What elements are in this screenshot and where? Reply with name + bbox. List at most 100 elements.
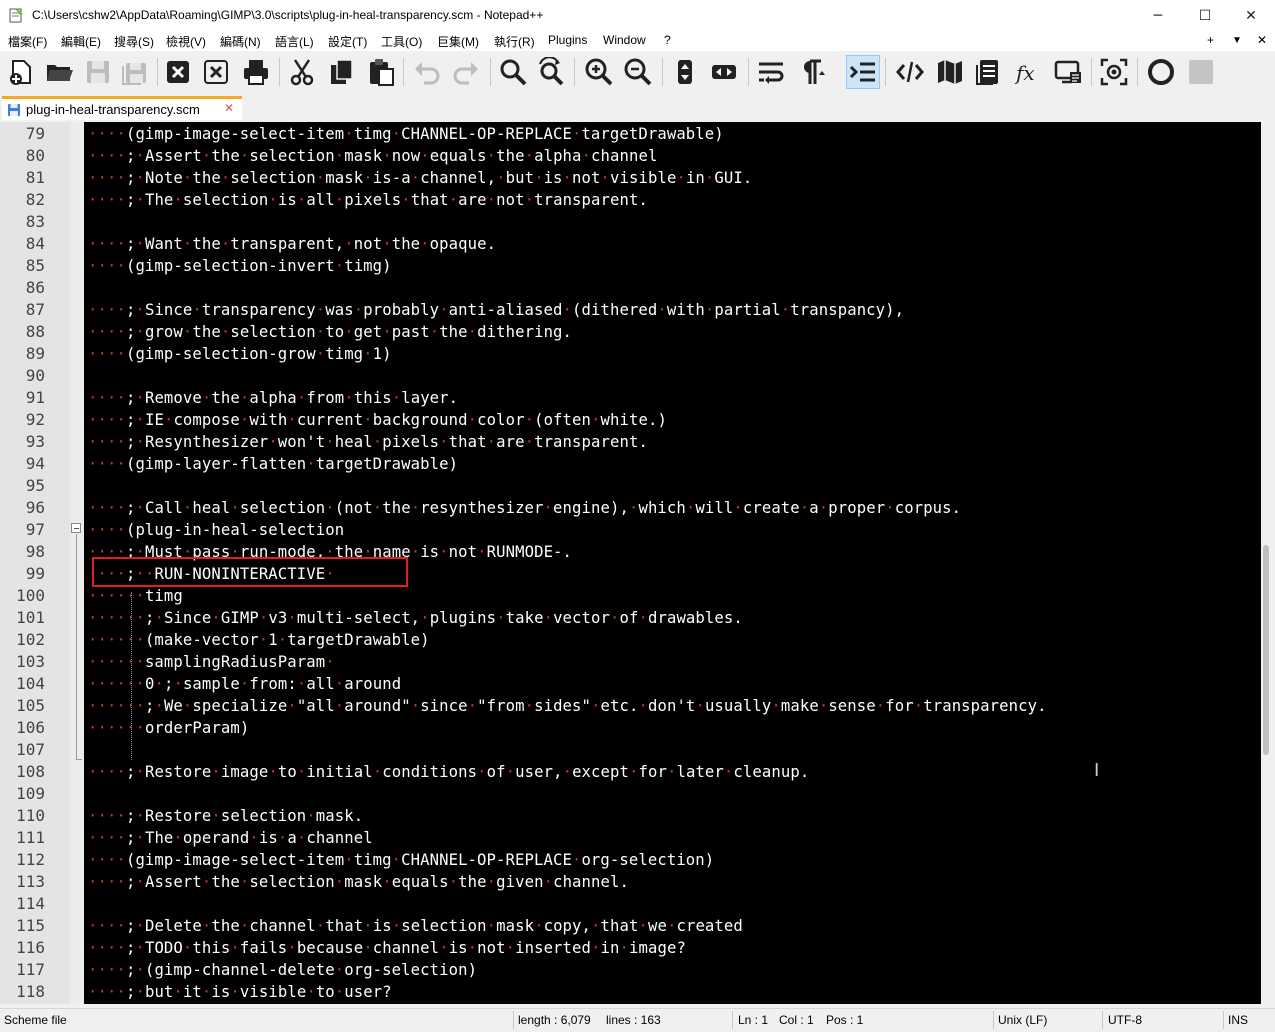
line-number[interactable]: 107 (0, 739, 45, 761)
function-list-icon[interactable]: fx (1011, 55, 1045, 89)
code-line[interactable]: ······samplingRadiusParam· (88, 651, 335, 673)
status-encoding[interactable]: UTF-8 (1108, 1013, 1142, 1027)
tab-close-icon[interactable]: ✕ (224, 101, 236, 115)
document-map-icon[interactable] (933, 55, 967, 89)
print-icon[interactable] (239, 55, 273, 89)
fold-toggle-icon[interactable] (71, 523, 81, 533)
menu-file[interactable]: 檔案(F) (8, 33, 47, 50)
code-line[interactable]: ······0·;·sample·from:·all·around (88, 673, 401, 695)
sync-vertical-icon[interactable] (668, 55, 702, 89)
line-number[interactable]: 93 (0, 431, 45, 453)
word-wrap-icon[interactable] (754, 55, 788, 89)
code-line[interactable]: ····;·Since·transparency·was·probably·an… (88, 299, 904, 321)
new-file-icon[interactable] (4, 55, 38, 89)
code-line[interactable]: ····;·but·it·is·visible·to·user? (88, 981, 392, 1003)
menu-tools[interactable]: 工具(O) (381, 33, 422, 50)
line-number[interactable]: 102 (0, 629, 45, 651)
line-number[interactable]: 87 (0, 299, 45, 321)
code-line[interactable]: ····(gimp-image-select-item·timg·CHANNEL… (88, 849, 714, 871)
line-number[interactable]: 97 (0, 519, 45, 541)
line-number[interactable]: 95 (0, 475, 45, 497)
close-window-button[interactable]: ✕ (1228, 0, 1274, 31)
menu-search[interactable]: 搜尋(S) (114, 33, 154, 50)
cut-icon[interactable] (285, 55, 319, 89)
minimize-button[interactable]: ─ (1135, 0, 1181, 31)
code-line[interactable]: ····;·Assert·the·selection·mask·now·equa… (88, 145, 657, 167)
menu-edit[interactable]: 編輯(E) (61, 33, 101, 50)
menu-window[interactable]: Window (603, 33, 646, 47)
line-number[interactable]: 92 (0, 409, 45, 431)
code-line[interactable]: ····(gimp-layer-flatten·targetDrawable) (88, 453, 458, 475)
line-number[interactable]: 104 (0, 673, 45, 695)
save-all-icon[interactable] (118, 55, 152, 89)
record-macro-icon[interactable] (1144, 55, 1178, 89)
line-number[interactable]: 86 (0, 277, 45, 299)
line-number[interactable]: 118 (0, 981, 45, 1003)
code-line[interactable]: ····;·Note·the·selection·mask·is-a·chann… (88, 167, 752, 189)
status-eol[interactable]: Unix (LF) (998, 1013, 1047, 1027)
code-line[interactable]: ····;·grow·the·selection·to·get·past·the… (88, 321, 572, 343)
line-number[interactable]: 81 (0, 167, 45, 189)
line-number[interactable]: 115 (0, 915, 45, 937)
menu-view[interactable]: 檢視(V) (166, 33, 206, 50)
maximize-button[interactable]: ☐ (1182, 0, 1228, 31)
line-number[interactable]: 110 (0, 805, 45, 827)
code-line[interactable]: ····;·Restore·selection·mask. (88, 805, 363, 827)
line-number[interactable]: 101 (0, 607, 45, 629)
code-line[interactable]: ····;·Restore·image·to·initial·condition… (88, 761, 809, 783)
line-number[interactable]: 79 (0, 123, 45, 145)
replace-icon[interactable] (534, 55, 568, 89)
line-number[interactable]: 90 (0, 365, 45, 387)
line-number[interactable]: 99 (0, 563, 45, 585)
line-number[interactable]: 105 (0, 695, 45, 717)
copy-icon[interactable] (325, 55, 359, 89)
undo-icon[interactable] (410, 55, 444, 89)
line-number[interactable]: 91 (0, 387, 45, 409)
line-number[interactable]: 100 (0, 585, 45, 607)
tab-plug-in-heal-transparency[interactable]: plug-in-heal-transparency.scm ✕ (2, 96, 242, 120)
code-line[interactable]: ····;·Delete·the·channel·that·is·selecti… (88, 915, 743, 937)
menu-run[interactable]: 執行(R) (494, 33, 535, 50)
menu-help[interactable]: ? (664, 33, 671, 47)
menu-plugins[interactable]: Plugins (548, 33, 587, 47)
line-number[interactable]: 112 (0, 849, 45, 871)
close-icon[interactable] (161, 55, 195, 89)
line-number[interactable]: 80 (0, 145, 45, 167)
code-line[interactable]: ······;·Since·GIMP·v3·multi-select,·plug… (88, 607, 743, 629)
code-line[interactable]: ····;·Call·heal·selection·(not·the·resyn… (88, 497, 961, 519)
code-line[interactable]: ····;·Remove·the·alpha·from·this·layer. (88, 387, 458, 409)
scrollbar-thumb[interactable] (1263, 545, 1269, 755)
line-number[interactable]: 109 (0, 783, 45, 805)
code-line[interactable]: ······;·We·specialize·"all·around"·since… (88, 695, 1047, 717)
paste-icon[interactable] (364, 55, 398, 89)
xml-tag-icon[interactable] (893, 55, 927, 89)
line-number[interactable]: 103 (0, 651, 45, 673)
menu-macro[interactable]: 巨集(M) (437, 33, 479, 50)
code-line[interactable]: ····(gimp-selection-grow·timg·1) (88, 343, 392, 365)
code-line[interactable]: ····(plug-in-heal-selection (88, 519, 344, 541)
zoom-out-icon[interactable] (621, 55, 655, 89)
line-number[interactable]: 89 (0, 343, 45, 365)
tab-list-dropdown-icon[interactable]: ▼ (1232, 35, 1242, 46)
code-line[interactable]: ····;·TODO·this·fails·because·channel·is… (88, 937, 686, 959)
code-line[interactable]: ····;·Resynthesizer·won't·heal·pixels·th… (88, 431, 648, 453)
redo-icon[interactable] (449, 55, 483, 89)
close-document-icon[interactable]: ✕ (1257, 33, 1267, 47)
line-number[interactable]: 94 (0, 453, 45, 475)
line-number[interactable]: 82 (0, 189, 45, 211)
code-editor[interactable]: 79 ····(gimp-image-select-item·timg·CHANN… (0, 122, 1261, 1004)
code-line[interactable]: ····;·IE·compose·with·current·background… (88, 409, 667, 431)
save-icon[interactable] (81, 55, 115, 89)
code-line[interactable]: ····;·(gimp-channel-delete·org-selection… (88, 959, 477, 981)
line-number[interactable]: 116 (0, 937, 45, 959)
status-insert-mode[interactable]: INS (1228, 1013, 1248, 1027)
new-tab-plus-icon[interactable]: + (1207, 33, 1214, 47)
line-number[interactable]: 85 (0, 255, 45, 277)
code-line[interactable]: ····;·Assert·the·selection·mask·equals·t… (88, 871, 629, 893)
code-line[interactable]: ······orderParam) (88, 717, 249, 739)
code-line[interactable]: ······(make-vector·1·targetDrawable) (88, 629, 430, 651)
line-number[interactable]: 113 (0, 871, 45, 893)
line-number[interactable]: 84 (0, 233, 45, 255)
zoom-in-icon[interactable] (582, 55, 616, 89)
line-number[interactable]: 96 (0, 497, 45, 519)
